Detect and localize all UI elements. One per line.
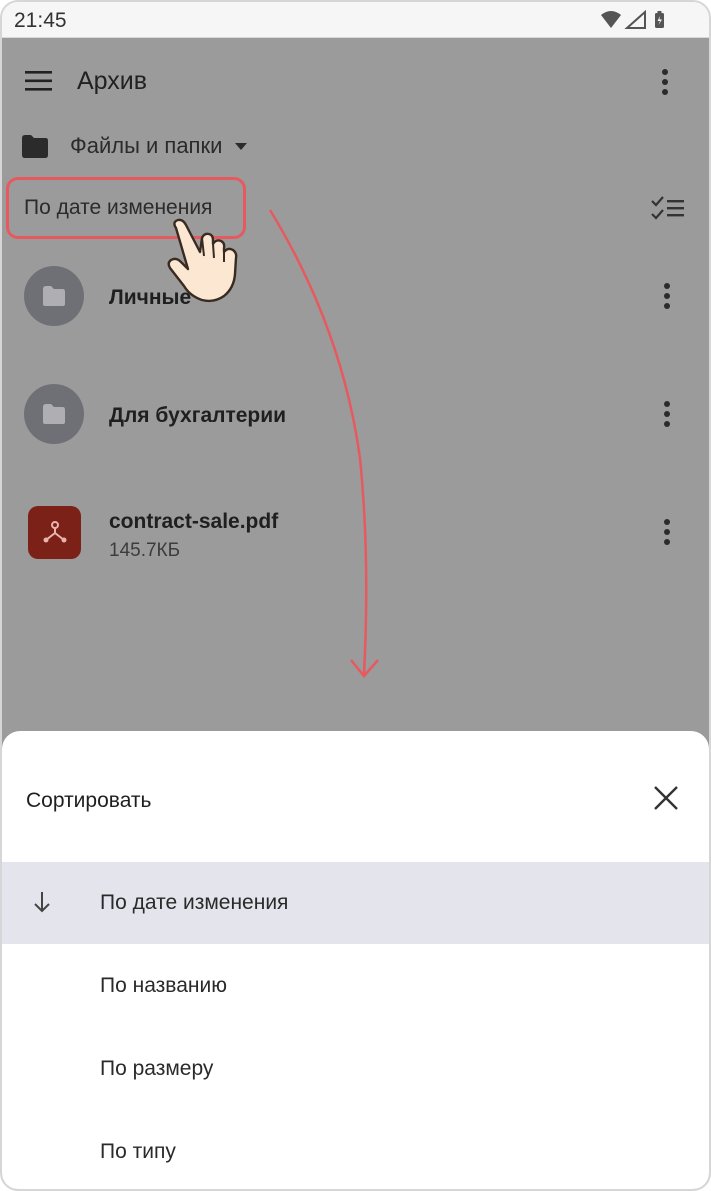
sheet-title: Сортировать [26, 789, 152, 812]
wifi-icon [601, 11, 621, 28]
device-frame: 21:45 Архив Файлы и папки По дате измене… [0, 0, 711, 1191]
list-item[interactable]: contract-sale.pdf 145.7КБ [2, 482, 709, 582]
file-name: contract-sale.pdf [109, 510, 279, 533]
sort-option-date[interactable]: По дате изменения [2, 862, 709, 944]
menu-icon[interactable] [24, 69, 54, 93]
file-size: 145.7КБ [109, 540, 181, 561]
folder-icon [22, 135, 48, 158]
folder-icon [43, 404, 65, 424]
sort-option-size[interactable]: По размеру [2, 1028, 709, 1110]
list-item[interactable]: Для бухгалтерии [2, 364, 709, 464]
app-bar: Архив [2, 38, 709, 128]
more-vert-icon[interactable] [657, 282, 677, 310]
folder-avatar [24, 266, 84, 326]
page-title: Архив [77, 67, 148, 95]
sort-bottom-sheet: Сортировать По дате изменения По названи… [2, 731, 709, 1189]
more-vert-icon[interactable] [657, 518, 677, 546]
close-icon[interactable] [653, 785, 679, 811]
status-icons [601, 10, 664, 29]
more-vert-icon[interactable] [657, 400, 677, 428]
folder-selector-label: Файлы и папки [70, 133, 223, 158]
status-bar: 21:45 [2, 2, 709, 38]
signal-icon [624, 10, 646, 29]
folder-icon [43, 286, 65, 306]
checklist-icon[interactable] [651, 196, 685, 222]
status-time: 21:45 [14, 9, 67, 32]
sort-option-type[interactable]: По типу [2, 1111, 709, 1189]
arrow-down-icon [34, 892, 50, 913]
sort-option-label: По типу [100, 1140, 176, 1163]
folder-selector[interactable]: Файлы и папки [20, 126, 248, 166]
sort-option-label: По дате изменения [100, 891, 289, 914]
pdf-icon [28, 506, 81, 559]
folder-avatar [24, 384, 84, 444]
list-item[interactable]: Личные [2, 246, 709, 346]
caret-down-icon [235, 143, 248, 150]
sort-option-label: По названию [100, 974, 227, 997]
sort-option-label: По размеру [100, 1057, 214, 1080]
more-vert-icon[interactable] [655, 68, 675, 96]
file-name: Для бухгалтерии [109, 404, 287, 427]
acrobat-icon [43, 521, 67, 543]
hand-pointer-icon [167, 218, 238, 303]
sort-option-name[interactable]: По названию [2, 945, 709, 1027]
